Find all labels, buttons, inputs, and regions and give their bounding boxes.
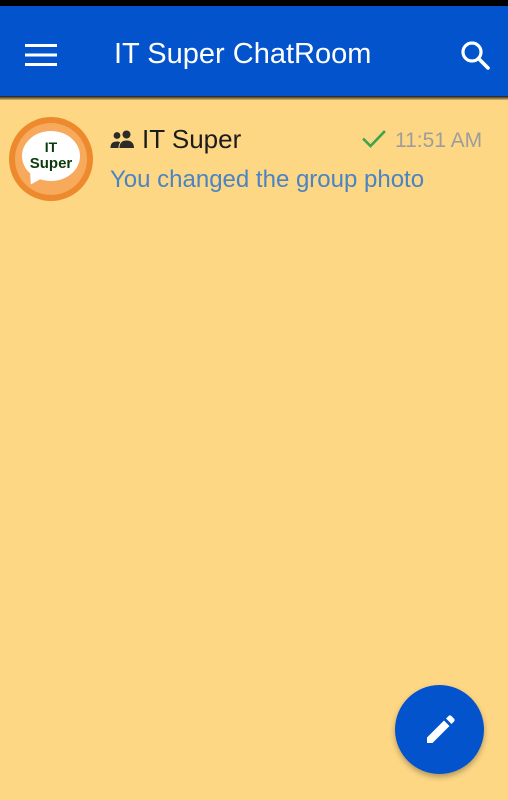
app-bar: IT Super ChatRoom	[0, 6, 508, 96]
hamburger-menu-icon	[25, 44, 57, 66]
chat-last-message: You changed the group photo	[110, 166, 425, 193]
search-icon	[461, 41, 490, 70]
check-icon	[362, 130, 386, 148]
chat-list-screen: IT Super ChatRoom IT Super IT Super 11:5…	[0, 0, 508, 800]
app-bar-shadow	[0, 96, 508, 100]
new-chat-button[interactable]	[395, 685, 484, 774]
search-button[interactable]	[452, 32, 498, 78]
chat-time: 11:51 AM	[395, 129, 483, 152]
avatar[interactable]: IT Super	[9, 117, 93, 201]
chat-list-item[interactable]: IT Super IT Super 11:51 AM You changed t…	[0, 102, 508, 214]
avatar-logo-text-line1: IT	[44, 139, 58, 155]
chat-name: IT Super	[142, 124, 242, 154]
avatar-logo-text-line2: Super	[29, 155, 73, 172]
group-icon	[110, 130, 134, 148]
app-title: IT Super ChatRoom	[114, 38, 372, 70]
pencil-icon	[426, 714, 455, 743]
menu-button[interactable]	[18, 32, 64, 78]
